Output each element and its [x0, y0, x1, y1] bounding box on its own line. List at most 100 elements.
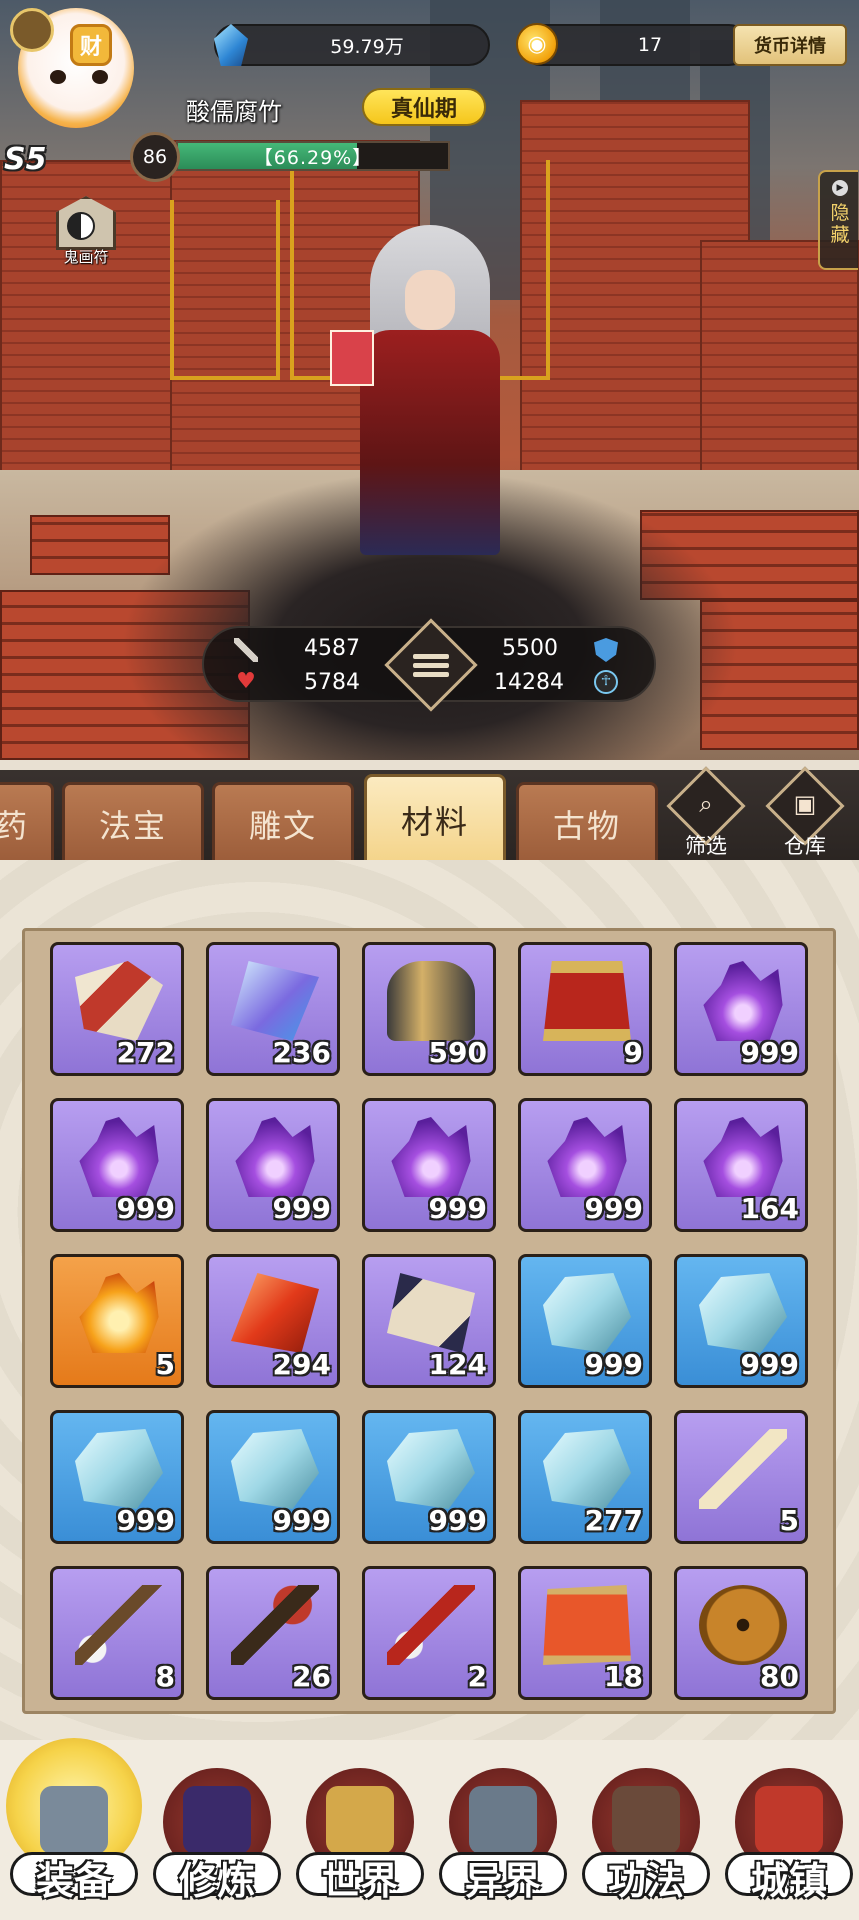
jade-currency[interactable]: 59.79万: [214, 24, 490, 66]
refresh-card-icon: [387, 1273, 475, 1353]
defense-value: 5500: [502, 636, 558, 661]
inventory-slot[interactable]: 124: [362, 1254, 496, 1388]
item-count: 272: [116, 1036, 175, 1069]
hide-label: 隐藏: [830, 202, 850, 246]
inventory-slot[interactable]: 590: [362, 942, 496, 1076]
item-count: 999: [272, 1504, 331, 1537]
item-count: 80: [760, 1660, 799, 1693]
inventory-slot[interactable]: 8: [50, 1566, 184, 1700]
talisman-button[interactable]: 鬼画符: [46, 196, 126, 276]
menu-icon: [413, 650, 449, 680]
inventory-slot[interactable]: 999: [518, 1254, 652, 1388]
banner-scroll-icon: [543, 961, 631, 1041]
gold-currency[interactable]: ◉ 17: [516, 23, 750, 66]
purple-flame-icon: [703, 1117, 783, 1197]
inventory-slot[interactable]: 272: [50, 942, 184, 1076]
attack-value: 4587: [304, 636, 360, 661]
tab-medicine[interactable]: 药: [0, 782, 54, 862]
inventory-slot[interactable]: 236: [206, 942, 340, 1076]
item-count: 124: [428, 1348, 487, 1381]
storage-label: 仓库: [784, 834, 826, 858]
scroll-bundle-icon: [75, 961, 163, 1041]
nav-item[interactable]: 功法: [576, 1740, 716, 1920]
server-badge: S5: [4, 142, 47, 177]
gold-coin-icon: ◉: [516, 23, 558, 65]
orange-flame-icon: [79, 1273, 159, 1353]
heart-icon: ♥: [236, 669, 256, 694]
ornate-sword-icon: [699, 1429, 787, 1509]
item-count: 26: [292, 1660, 331, 1693]
inventory-slot[interactable]: 999: [362, 1410, 496, 1544]
player-avatar[interactable]: 财: [2, 0, 142, 150]
play-icon: ▶: [832, 180, 848, 196]
inventory-slot[interactable]: 999: [674, 1254, 808, 1388]
player-name: 酸儒腐竹: [186, 98, 282, 126]
tab-materials[interactable]: 材料: [364, 774, 506, 862]
item-count: 999: [272, 1192, 331, 1225]
exp-bar: 【66.29%】: [176, 141, 450, 171]
inventory-slot[interactable]: 80: [674, 1566, 808, 1700]
nav-label: 功法: [607, 1859, 684, 1903]
item-count: 294: [272, 1348, 331, 1381]
inventory-slot[interactable]: 999: [362, 1098, 496, 1232]
jade-gem-icon: [214, 24, 248, 66]
item-count: 999: [584, 1348, 643, 1381]
filter-label: 筛选: [685, 834, 727, 858]
inventory-slot[interactable]: 294: [206, 1254, 340, 1388]
spirit-value: 14284: [494, 670, 564, 695]
tassel-key-icon: [231, 1585, 319, 1665]
inventory-slot[interactable]: 5: [674, 1410, 808, 1544]
red-crystal-icon: [231, 1273, 319, 1353]
nav-item[interactable]: 城镇: [719, 1740, 859, 1920]
inventory-slot[interactable]: 999: [50, 1098, 184, 1232]
inventory-slot[interactable]: 5: [50, 1254, 184, 1388]
spirit-stone-icon: [75, 1429, 163, 1509]
inventory-slot[interactable]: 999: [518, 1098, 652, 1232]
techniques-icon: [612, 1786, 680, 1854]
tab-treasure[interactable]: 法宝: [62, 782, 204, 862]
hide-ui-button[interactable]: ▶ 隐藏: [818, 170, 858, 270]
nav-label: 城镇: [750, 1859, 827, 1903]
player-character[interactable]: [330, 225, 530, 555]
nav-label: 装备: [35, 1859, 112, 1903]
inventory-slot[interactable]: 2: [362, 1566, 496, 1700]
nav-item[interactable]: 装备: [4, 1738, 144, 1920]
nav-item[interactable]: 世界: [290, 1740, 430, 1920]
nav-item[interactable]: 修炼: [147, 1740, 287, 1920]
inventory-slot[interactable]: 999: [206, 1098, 340, 1232]
filter-button[interactable]: ⌕ 筛选: [664, 766, 748, 860]
spirit-stone-icon: [699, 1273, 787, 1353]
item-count: 5: [155, 1348, 175, 1381]
item-count: 9: [623, 1036, 643, 1069]
inventory-slot[interactable]: 26: [206, 1566, 340, 1700]
tab-glyph[interactable]: 雕文: [212, 782, 354, 862]
inventory-slot[interactable]: 277: [518, 1410, 652, 1544]
inventory-slot[interactable]: 999: [674, 942, 808, 1076]
item-count: 164: [740, 1192, 799, 1225]
world-icon: [326, 1786, 394, 1854]
inventory-slot[interactable]: 9: [518, 942, 652, 1076]
purple-flame-icon: [703, 961, 783, 1041]
storage-button[interactable]: ▣ 仓库: [763, 766, 847, 860]
tab-antiques[interactable]: 古物: [516, 782, 658, 862]
purple-flame-icon: [79, 1117, 159, 1197]
exp-text: 【66.29%】: [253, 146, 373, 169]
inventory-slot[interactable]: 999: [50, 1410, 184, 1544]
shield-icon: [594, 638, 618, 662]
inventory-slot[interactable]: 999: [206, 1410, 340, 1544]
inventory-slot[interactable]: 18: [518, 1566, 652, 1700]
realm-badge: 真仙期: [362, 88, 486, 126]
nav-item[interactable]: 异界: [433, 1740, 573, 1920]
spirit-stone-icon: [543, 1429, 631, 1509]
item-count: 5: [779, 1504, 799, 1537]
gold-amount: 17: [637, 34, 663, 56]
item-count: 8: [155, 1660, 175, 1693]
currency-detail-button[interactable]: 货币详情: [733, 24, 847, 66]
item-count: 999: [428, 1192, 487, 1225]
emblem-icon: [10, 8, 54, 52]
level-badge: 86: [130, 132, 180, 182]
fortune-badge: 财: [70, 24, 112, 66]
inventory-slot[interactable]: 164: [674, 1098, 808, 1232]
item-count: 999: [116, 1192, 175, 1225]
purple-flame-icon: [391, 1117, 471, 1197]
